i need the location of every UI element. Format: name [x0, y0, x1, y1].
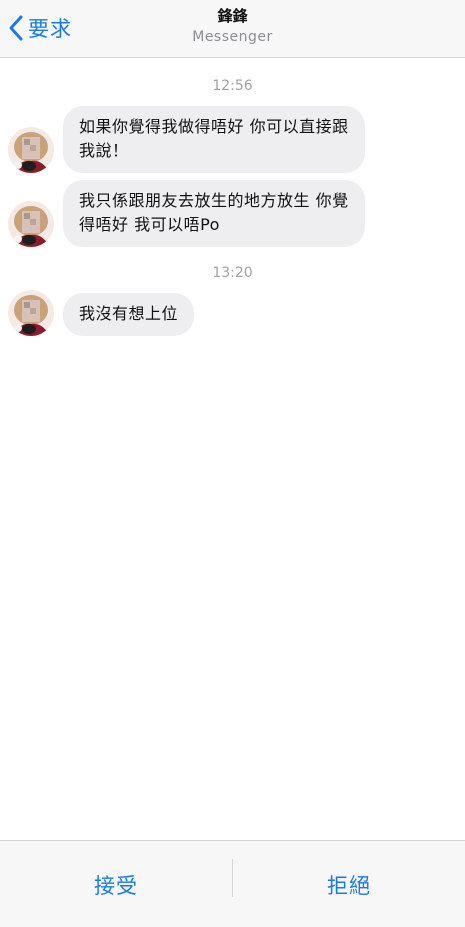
request-action-bar: 接受 拒絕: [0, 840, 465, 927]
accept-button[interactable]: 接受: [0, 841, 232, 927]
avatar[interactable]: [8, 127, 54, 173]
chat-screen: 要求 鋒鋒 Messenger 12:56 如果你覺得我做得唔好 你可以直接跟我…: [0, 0, 465, 927]
avatar[interactable]: [8, 290, 54, 336]
contact-name: 鋒鋒: [217, 7, 248, 25]
message-bubble[interactable]: 我沒有想上位: [63, 293, 195, 336]
app-subtitle: Messenger: [192, 29, 273, 45]
decline-button[interactable]: 拒絕: [233, 841, 465, 927]
nav-header: 要求 鋒鋒 Messenger: [0, 0, 465, 58]
timestamp: 13:20: [212, 265, 253, 281]
timestamp: 12:56: [212, 78, 253, 94]
message-row: 如果你覺得我做得唔好 你可以直接跟我說！: [8, 106, 365, 173]
message-row: 我沒有想上位: [8, 290, 195, 336]
message-bubble[interactable]: 如果你覺得我做得唔好 你可以直接跟我說！: [63, 106, 365, 173]
message-row: 我只係跟朋友去放生的地方放生 你覺得唔好 我可以唔Po: [8, 180, 365, 247]
avatar[interactable]: [8, 201, 54, 247]
message-bubble[interactable]: 我只係跟朋友去放生的地方放生 你覺得唔好 我可以唔Po: [63, 180, 365, 247]
